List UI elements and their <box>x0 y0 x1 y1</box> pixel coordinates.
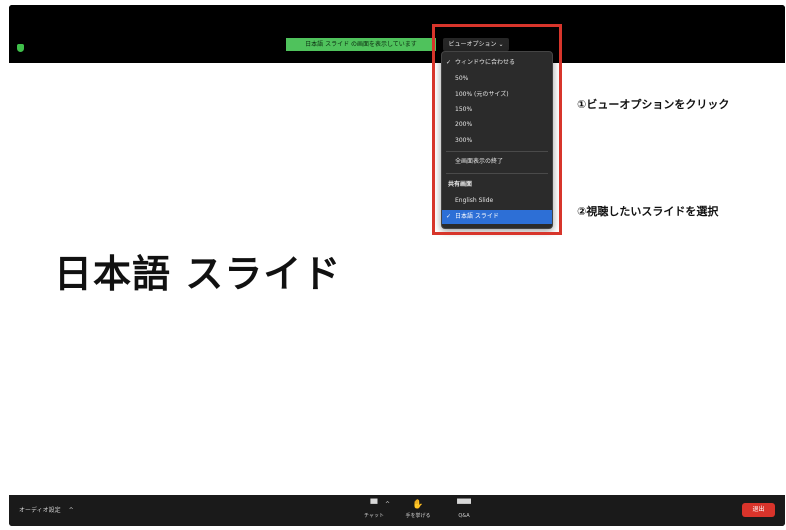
slide-title: 日本語 スライド <box>54 252 342 296</box>
audio-settings-label: オーディオ設定 <box>19 507 61 514</box>
highlight-box <box>432 24 562 235</box>
shield-icon[interactable] <box>17 44 24 52</box>
bottom-toolbar: オーディオ設定 ^ ▀ チャット ^ ✋ 手を挙げる ▀▀ Q&A 退出 <box>9 495 785 526</box>
shared-slide: 日本語 スライド ①ビューオプションをクリック ②視聴したいスライドを選択 <box>9 63 785 495</box>
chat-label: チャット <box>364 513 384 519</box>
zoom-window: 日本語 スライド の画面を表示しています ビューオプション ⌄ 日本語 スライド … <box>9 5 785 526</box>
raise-hand-label: 手を挙げる <box>405 513 431 519</box>
qa-label: Q&A <box>458 513 470 519</box>
annotation-step2: ②視聴したいスライドを選択 <box>577 205 719 218</box>
annotation-step1: ①ビューオプションをクリック <box>577 98 730 111</box>
audio-settings-button[interactable]: オーディオ設定 ^ <box>19 505 74 514</box>
leave-button[interactable]: 退出 <box>742 503 775 517</box>
raise-hand-button[interactable]: ✋ 手を挙げる <box>398 499 438 523</box>
share-banner: 日本語 スライド の画面を表示しています <box>286 38 436 51</box>
hand-icon: ✋ <box>412 500 424 510</box>
caret-up-icon[interactable]: ^ <box>385 501 390 508</box>
caret-up-icon: ^ <box>68 507 74 514</box>
qa-button[interactable]: ▀▀ Q&A <box>444 499 484 523</box>
qa-icon: ▀▀ <box>457 500 471 510</box>
top-bar: 日本語 スライド の画面を表示しています ビューオプション ⌄ <box>9 5 785 63</box>
